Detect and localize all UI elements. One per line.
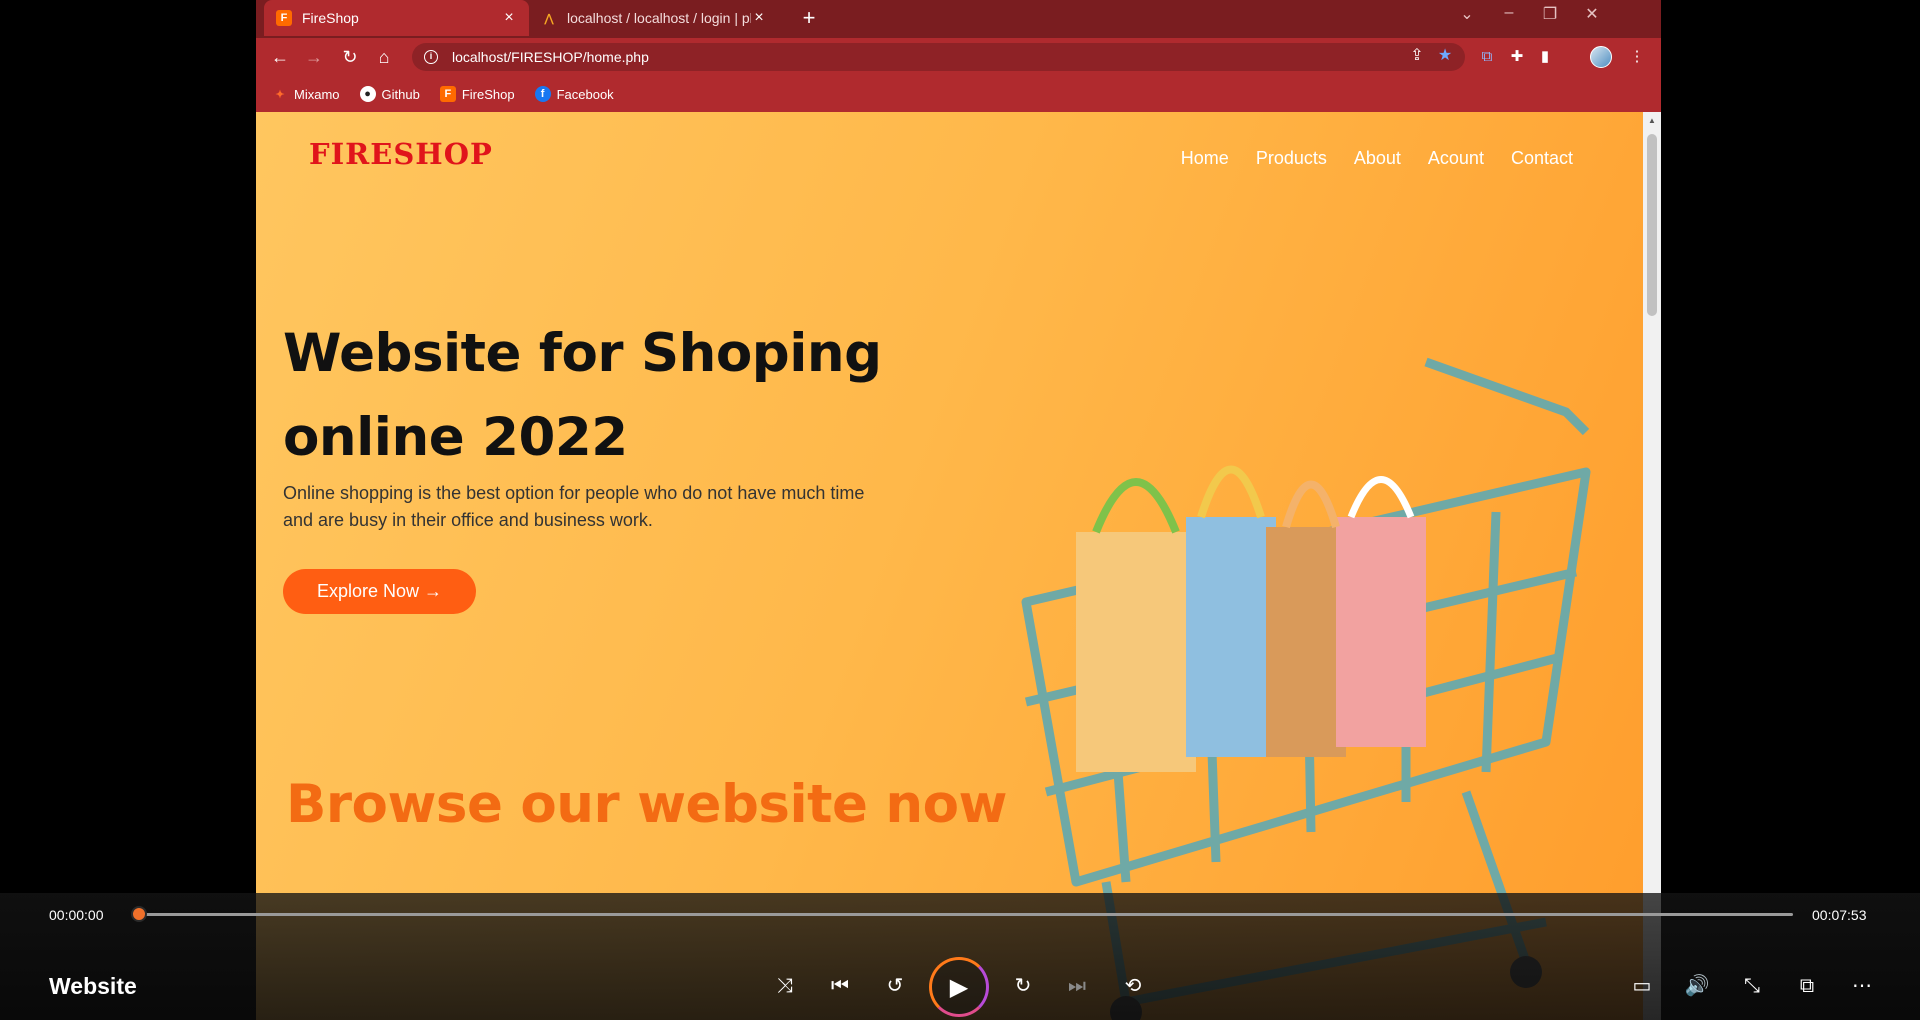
phpmyadmin-favicon-icon: ⋀: [544, 12, 554, 25]
nav-about[interactable]: About: [1354, 148, 1401, 169]
volume-icon[interactable]: 🔊: [1680, 969, 1714, 1003]
previous-icon[interactable]: ⏮: [823, 969, 857, 1003]
nav-products[interactable]: Products: [1256, 148, 1327, 169]
extensions-icon[interactable]: ✚: [1506, 46, 1528, 68]
facebook-icon: f: [534, 86, 551, 102]
bookmark-fireshop[interactable]: F FireShop: [439, 86, 515, 102]
bookmark-label: FireShop: [461, 86, 515, 102]
hero-subtitle-line2: and are busy in their office and busines…: [283, 510, 653, 530]
fireshop-icon: F: [439, 86, 456, 102]
tab-strip: F FireShop × ⋀ localhost / localhost / l…: [256, 0, 1661, 38]
browse-heading: Browse our website now: [286, 774, 1008, 835]
shuffle-icon[interactable]: ⤨: [768, 969, 802, 1003]
minimize-button[interactable]: –: [1494, 4, 1524, 22]
video-title: Website: [49, 973, 137, 999]
fireshop-favicon-icon: F: [276, 10, 292, 26]
address-bar[interactable]: i localhost/FIRESHOP/home.php: [412, 43, 1465, 71]
web-page: FIRESHOP Home Products About Acount Cont…: [256, 112, 1643, 1020]
site-info-icon[interactable]: i: [424, 50, 438, 64]
browser-toolbar: ← → ↻ ⌂ i localhost/FIRESHOP/home.php ⇪ …: [256, 38, 1661, 76]
hero-subtitle: Online shopping is the best option for p…: [283, 480, 963, 534]
hero-subtitle-line1: Online shopping is the best option for p…: [283, 483, 865, 503]
page-scrollbar[interactable]: ▲: [1643, 112, 1661, 1020]
browser-window: F FireShop × ⋀ localhost / localhost / l…: [256, 0, 1661, 1020]
play-button[interactable]: ▶: [929, 957, 989, 1017]
bookmark-label: Github: [381, 86, 420, 102]
more-options-icon[interactable]: ⋯: [1845, 969, 1879, 1003]
menu-icon[interactable]: ⋮: [1626, 46, 1648, 68]
tab-title: FireShop: [302, 10, 359, 26]
tab-title: localhost / localhost / login | php: [567, 10, 751, 26]
close-tab-icon[interactable]: ×: [501, 9, 517, 27]
github-icon: ●: [359, 86, 376, 102]
scroll-up-icon[interactable]: ▲: [1648, 116, 1656, 125]
url-text: localhost/FIRESHOP/home.php: [452, 49, 649, 65]
new-tab-button[interactable]: +: [796, 5, 822, 31]
profile-avatar[interactable]: [1590, 46, 1612, 68]
bookmark-star-icon[interactable]: ★: [1434, 44, 1456, 68]
bookmark-mixamo[interactable]: ✦ Mixamo: [272, 86, 340, 102]
close-window-button[interactable]: ✕: [1577, 4, 1607, 24]
forward-30-icon[interactable]: ↻: [1006, 969, 1040, 1003]
bookmark-facebook[interactable]: f Facebook: [534, 86, 614, 102]
share-icon[interactable]: ⇪: [1406, 44, 1428, 68]
close-tab-icon[interactable]: ×: [751, 9, 767, 27]
back-button[interactable]: ←: [268, 45, 292, 69]
restore-button[interactable]: ❐: [1535, 4, 1565, 24]
total-time: 00:07:53: [1812, 907, 1867, 923]
translate-extension-icon[interactable]: ⧉: [1476, 46, 1498, 68]
home-button[interactable]: ⌂: [372, 45, 396, 69]
exit-fullscreen-icon[interactable]: ⤡: [1735, 969, 1769, 1003]
play-icon: ▶: [949, 973, 969, 1001]
scrollbar-thumb[interactable]: [1647, 134, 1657, 316]
mini-player-icon[interactable]: ⧉: [1790, 969, 1824, 1003]
mixamo-icon: ✦: [275, 88, 285, 101]
hero-title: Website for Shoping online 2022: [283, 312, 983, 480]
hero-title-line2: online 2022: [283, 407, 628, 468]
bookmark-label: Mixamo: [294, 86, 340, 102]
explore-now-button[interactable]: Explore Now →: [283, 569, 476, 614]
site-logo[interactable]: FIRESHOP: [309, 137, 493, 171]
tab-search-icon[interactable]: ⌄: [1452, 4, 1482, 24]
tab-phpmyadmin[interactable]: ⋀ localhost / localhost / login | php ×: [529, 0, 779, 36]
tab-fireshop[interactable]: F FireShop ×: [264, 0, 529, 36]
seek-knob[interactable]: [131, 906, 147, 922]
site-nav: Home Products About Acount Contact: [1154, 148, 1573, 169]
bookmark-github[interactable]: ● Github: [359, 86, 420, 102]
current-time: 00:00:00: [49, 907, 104, 923]
forward-button[interactable]: →: [302, 45, 326, 69]
reload-button[interactable]: ↻: [338, 45, 362, 69]
nav-home[interactable]: Home: [1181, 148, 1229, 169]
side-panel-icon[interactable]: ▮: [1534, 46, 1556, 68]
seek-bar[interactable]: [138, 913, 1793, 916]
rewind-10-icon[interactable]: ↺: [878, 969, 912, 1003]
nav-account[interactable]: Acount: [1428, 148, 1484, 169]
subtitles-icon[interactable]: ▭: [1625, 969, 1659, 1003]
repeat-icon[interactable]: ⟲: [1116, 969, 1150, 1003]
bookmarks-bar: ✦ Mixamo ● Github F FireShop f Facebook: [256, 76, 1661, 112]
nav-contact[interactable]: Contact: [1511, 148, 1573, 169]
hero-title-line1: Website for Shoping: [283, 323, 882, 384]
media-player-controls: 00:00:00 00:07:53 Website ⤨ ⏮ ↺ ▶ ↻ ⏭ ⟲ …: [0, 893, 1920, 1020]
next-icon[interactable]: ⏭: [1060, 969, 1094, 1003]
screen: F FireShop × ⋀ localhost / localhost / l…: [0, 0, 1920, 1020]
bookmark-label: Facebook: [556, 86, 614, 102]
